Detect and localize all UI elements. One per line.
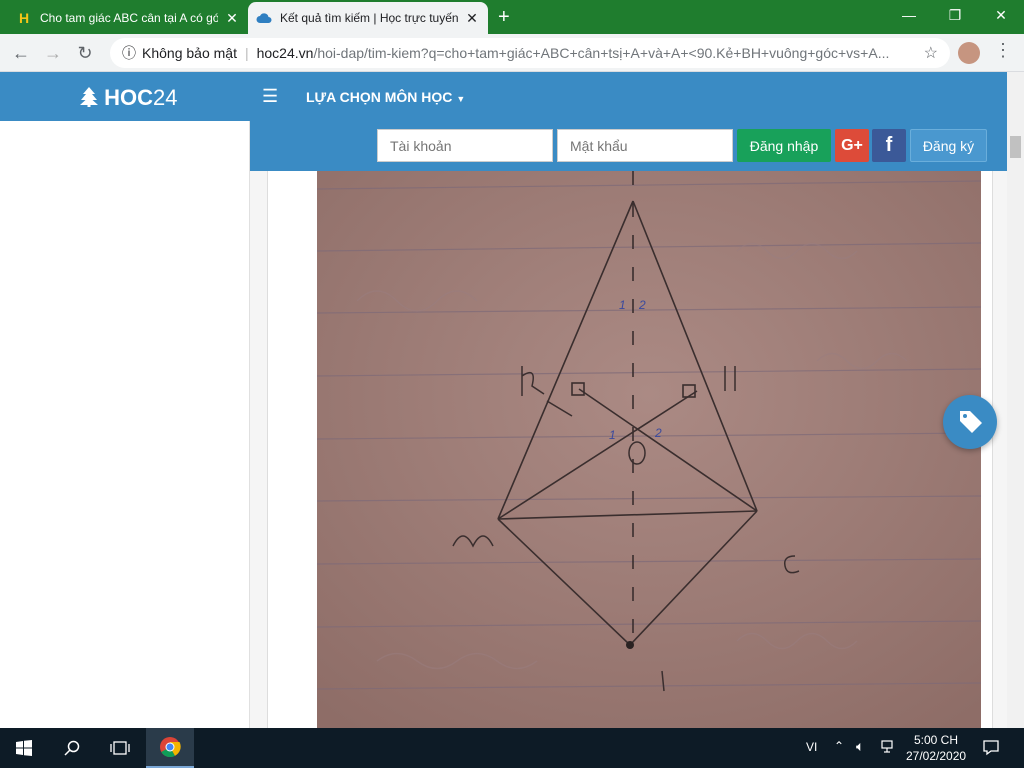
tag-button[interactable] (943, 395, 997, 449)
login-button[interactable]: Đăng nhập (737, 129, 831, 162)
scrollbar-thumb[interactable] (1010, 136, 1021, 158)
forward-icon[interactable]: → (40, 40, 66, 66)
chevron-up-icon[interactable]: ⌃ (834, 739, 844, 753)
facebook-icon[interactable]: f (872, 129, 906, 162)
google-plus-icon[interactable]: G+ (835, 129, 869, 162)
tab-strip: H Cho tam giác ABC cân tại A có gó ✕ Kết… (0, 0, 1024, 34)
logo-number: 24 (153, 85, 178, 110)
username-field[interactable] (377, 129, 553, 162)
browser-toolbar: ← → ↻ ⓘ Không bảo mật | hoc24.vn /hoi-da… (0, 34, 1024, 72)
task-view-icon[interactable] (96, 728, 144, 768)
language-indicator[interactable]: VI (806, 740, 817, 754)
svg-text:2: 2 (638, 298, 646, 312)
clock[interactable]: 5:00 CH 27/02/2020 (906, 732, 966, 764)
chrome-taskbar-icon[interactable] (146, 728, 194, 768)
window-close-icon[interactable]: ✕ (978, 4, 1024, 28)
address-bar[interactable]: ⓘ Không bảo mật | hoc24.vn /hoi-dap/tim-… (110, 38, 950, 68)
caret-down-icon: ▼ (456, 94, 466, 104)
star-icon[interactable]: ☆ (924, 43, 938, 63)
close-icon[interactable]: ✕ (224, 10, 240, 27)
url-host: hoc24.vn (256, 45, 314, 61)
hoc24-h-icon: H (18, 10, 30, 26)
minimize-icon[interactable]: — (886, 4, 932, 28)
subject-menu-label: LỰA CHỌN MÔN HỌC (306, 89, 453, 105)
tab-question[interactable]: H Cho tam giác ABC cân tại A có gó ✕ (8, 2, 248, 34)
left-sidebar (0, 121, 250, 728)
restore-icon[interactable]: ❐ (932, 4, 978, 28)
close-icon[interactable]: ✕ (464, 10, 480, 27)
site-logo[interactable]: HOC24 (80, 85, 178, 111)
password-field[interactable] (557, 129, 733, 162)
svg-text:1: 1 (619, 298, 626, 312)
subject-menu[interactable]: LỰA CHỌN MÔN HỌC ▼ (306, 89, 465, 105)
logo-text: HOC (104, 85, 154, 110)
question-image: 12 12 (317, 171, 981, 728)
back-icon[interactable]: ← (8, 40, 34, 66)
clock-time: 5:00 CH (913, 733, 959, 747)
search-icon[interactable] (48, 728, 96, 768)
page-scrollbar[interactable] (1007, 72, 1024, 728)
windows-start-icon[interactable] (0, 728, 48, 768)
tag-icon (960, 411, 982, 433)
windows-taskbar: VI ⌃ 🔈︎ 5:00 CH 27/02/2020 (0, 728, 1024, 768)
info-icon[interactable]: ⓘ (122, 43, 136, 63)
security-label[interactable]: Không bảo mật (142, 45, 237, 61)
svg-text:1: 1 (609, 428, 616, 442)
site-header: HOC24 ☰ LỰA CHỌN MÔN HỌC ▼ (0, 72, 1007, 121)
hamburger-icon[interactable]: ☰ (262, 86, 278, 107)
url-path: /hoi-dap/tim-kiem?q=cho+tam+giác+ABC+cân… (313, 45, 890, 61)
cloud-icon (256, 10, 272, 26)
profile-avatar[interactable] (958, 42, 980, 64)
svg-text:2: 2 (654, 426, 662, 440)
volume-icon[interactable]: 🔈︎ (856, 738, 864, 755)
new-tab-icon[interactable]: + (498, 6, 510, 28)
page-viewport: HOC24 ☰ LỰA CHỌN MÔN HỌC ▼ 1 2 1 2 Tài k… (0, 72, 1024, 728)
clock-date: 27/02/2020 (906, 749, 967, 763)
menu-dots-icon[interactable]: ⋮ (994, 40, 1012, 61)
tab-title: Kết quả tìm kiếm | Học trực tuyến (280, 11, 458, 25)
tree-icon (80, 85, 104, 110)
notification-icon[interactable] (982, 738, 1000, 761)
tab-title: Cho tam giác ABC cân tại A có gó (40, 11, 218, 25)
reload-icon[interactable]: ↻ (72, 40, 98, 66)
login-bar: Đăng nhập G+ f Đăng ký (250, 121, 1007, 171)
register-button[interactable]: Đăng ký (910, 129, 987, 162)
divider: | (244, 45, 249, 61)
network-icon[interactable] (880, 738, 896, 757)
tab-search-results[interactable]: Kết quả tìm kiếm | Học trực tuyến ✕ (248, 2, 488, 34)
